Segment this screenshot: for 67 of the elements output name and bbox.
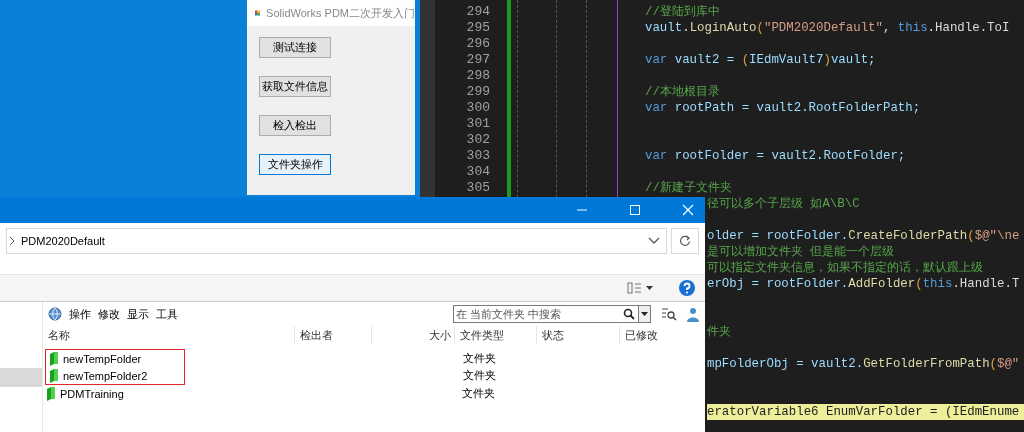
code-line: 径可以多个子层级 如A\B\C [707,196,860,212]
line-number: 294 [465,4,490,20]
column-header[interactable]: 检出者 [295,326,372,344]
file-name[interactable]: newTempFolder [63,352,142,365]
action-button[interactable]: 文件夹操作 [259,154,331,175]
window-title: SolidWorks PDM二次开发入门 [266,5,415,21]
globe-icon[interactable] [48,307,62,321]
column-header[interactable]: 状态 [537,326,620,344]
dropdown-button[interactable] [638,306,650,322]
maximize-icon[interactable] [629,204,641,216]
file-type: 文件夹 [462,386,495,401]
column-header[interactable]: 大小 [372,326,455,344]
line-number: 299 [465,84,490,100]
code-line: var vault2 = (IEdmVault7)vault; [645,52,876,68]
file-type: 文件夹 [463,368,496,383]
line-number: 300 [465,100,490,116]
code-line: mpFolderObj = vault2.GetFolderFromPath($@" [707,356,1020,372]
chevron-icon [9,236,15,246]
menu-item[interactable]: 工具 [156,306,178,322]
code-line: vault.LoginAuto("PDM2020Default", this.Handle.ToI [645,20,1010,36]
line-number: 297 [465,52,490,68]
code-line: 是可以增加文件夹 但是能一个层级 [707,244,895,260]
code-line: 可以指定文件夹信息，如果不指定的话，默认跟上级 [707,260,983,276]
refresh-button[interactable] [671,228,699,254]
refresh-icon [679,235,691,247]
action-button[interactable]: 检入检出 [259,115,331,136]
search-field[interactable]: 在 当前文件夹 中搜索 [453,305,651,323]
column-header[interactable]: 已修改 [620,326,705,344]
line-number: 301 [465,116,490,132]
code-line: var rootFolder = vault2.RootFolder; [645,148,906,164]
column-header[interactable]: 文件类型 [455,326,537,344]
help-icon[interactable] [679,280,695,296]
folder-icon [49,351,59,366]
list-search-icon[interactable] [661,307,677,321]
dropdown-icon[interactable] [648,237,660,245]
column-header[interactable]: 名称 [43,326,295,344]
user-icon[interactable] [687,306,699,322]
menu-item[interactable]: 操作 [69,306,91,322]
line-number: 295 [465,20,490,36]
code-line: var rootPath = vault2.RootFolderPath; [645,100,921,116]
code-line: 件夹 [707,324,731,340]
line-number: 304 [465,164,490,180]
address-path[interactable]: PDM2020Default [21,235,642,247]
address-bar[interactable]: PDM2020Default [6,228,667,254]
line-number: 303 [465,148,490,164]
code-line: //新建子文件夹 [645,180,732,196]
line-number: 302 [465,132,490,148]
menu-item[interactable]: 修改 [98,306,120,322]
folder-icon [46,386,56,401]
code-line: erObj = rootFolder.AddFolder(this.Handle.T [707,276,1020,292]
file-name[interactable]: newTempFolder2 [63,369,148,382]
file-type: 文件夹 [463,351,496,366]
action-button[interactable]: 测试连接 [259,37,331,58]
code-line: //登陆到库中 [645,4,720,20]
line-number: 305 [465,180,490,196]
code-line: //本地根目录 [645,84,720,100]
search-icon[interactable] [623,308,635,320]
close-icon[interactable] [682,204,694,216]
view-options-icon[interactable] [627,282,653,294]
code-line: older = rootFolder.CreateFolderPath($@"\ne [707,228,1020,244]
line-number: 298 [465,68,490,84]
file-name[interactable]: PDMTraining [60,387,124,400]
action-button[interactable]: 获取文件信息 [259,76,331,97]
folder-icon [49,368,59,383]
line-number: 296 [465,36,490,52]
caret-icon [641,312,648,316]
menu-item[interactable]: 显示 [127,306,149,322]
